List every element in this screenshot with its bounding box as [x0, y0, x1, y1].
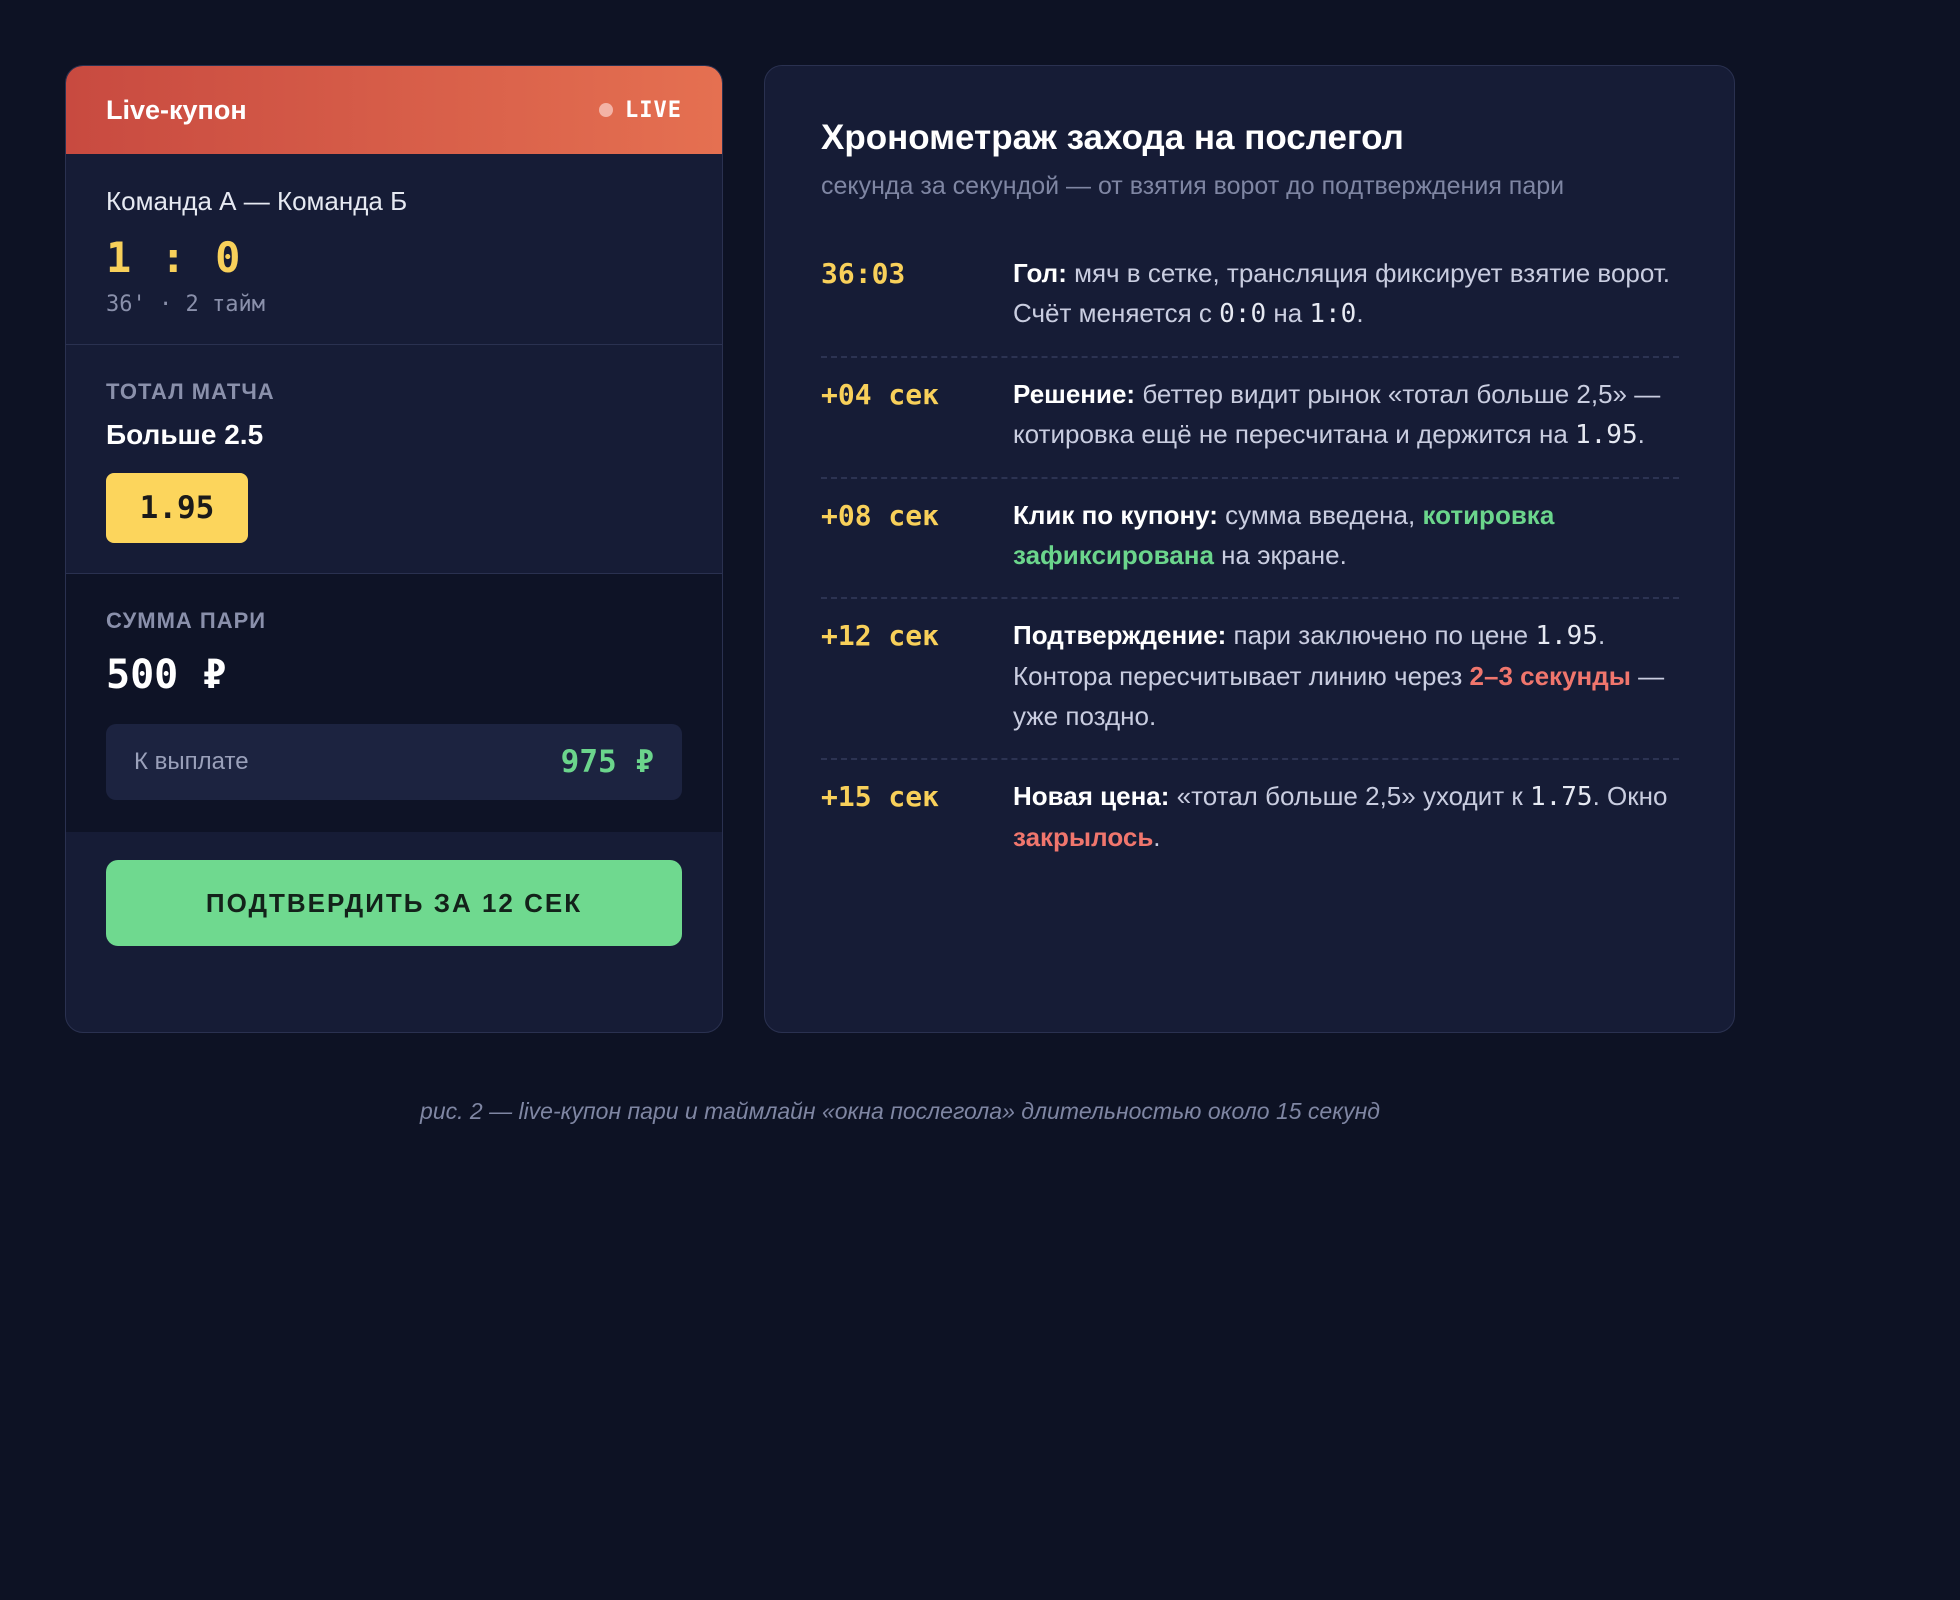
stake-section: СУММА ПАРИ 500 ₽ К выплате 975 ₽	[66, 574, 722, 832]
live-dot-icon	[599, 103, 614, 117]
confirm-button[interactable]: ПОДТВЕРДИТЬ ЗА 12 СЕК	[106, 860, 682, 946]
event-text-part: .	[1153, 822, 1161, 852]
payout-value: 975 ₽	[560, 744, 654, 780]
event-text: Клик по купону: сумма введена, котировка…	[1013, 495, 1679, 575]
market-label: ТОТАЛ МАТЧА	[106, 379, 275, 404]
match-time: 36' · 2 тайм	[106, 292, 265, 317]
event-text-part: . Окно	[1592, 781, 1668, 811]
event-text-part: сумма введена,	[1217, 500, 1423, 530]
figure-caption: рис. 2 — live-купон пари и таймлайн «окн…	[420, 1098, 1380, 1124]
event-text-part: «тотал больше 2,5» уходит к	[1169, 781, 1530, 811]
payout-label: К выплате	[134, 748, 249, 775]
stake-label: СУММА ПАРИ	[106, 608, 267, 633]
timeline-event: +08 сек Клик по купону: сумма введена, к…	[821, 479, 1679, 599]
event-time: +15 сек	[821, 780, 940, 813]
event-time: +08 сек	[821, 499, 940, 532]
match-teams: Команда А — Команда Б	[106, 186, 408, 216]
live-badge: LIVE	[599, 98, 682, 123]
event-text-part: на экране.	[1213, 540, 1347, 570]
coupon-header: Live-купон LIVE	[66, 66, 722, 154]
event-number: 0:0	[1219, 299, 1267, 329]
event-head: Подтверждение:	[1013, 620, 1227, 650]
event-text: Новая цена: «тотал больше 2,5» уходит к …	[1013, 776, 1679, 857]
event-time: +12 сек	[821, 619, 940, 652]
event-text-part: .	[1356, 298, 1364, 328]
confirm-area: ПОДТВЕРДИТЬ ЗА 12 СЕК	[66, 832, 722, 946]
event-head: Гол:	[1013, 258, 1067, 288]
event-number: 1:0	[1309, 299, 1357, 329]
live-label: LIVE	[625, 97, 682, 123]
payout-box: К выплате 975 ₽	[106, 724, 682, 800]
stake-amount-input[interactable]: 500 ₽	[106, 652, 682, 698]
timeline-panel: Хронометраж захода на послегол секунда з…	[764, 65, 1735, 1033]
timeline-event: 36:03 Гол: мяч в сетке, трансляция фикси…	[821, 253, 1679, 358]
event-head: Новая цена:	[1013, 781, 1170, 811]
event-text: Подтверждение: пари заключено по цене 1.…	[1013, 615, 1679, 736]
event-text-part: пари заключено по цене	[1226, 620, 1536, 650]
event-text: Гол: мяч в сетке, трансляция фиксирует в…	[1013, 253, 1679, 334]
timeline-event: +15 сек Новая цена: «тотал больше 2,5» у…	[821, 760, 1679, 879]
event-time: +04 сек	[821, 378, 940, 411]
event-text-part: .	[1637, 419, 1645, 449]
match-score: 1 : 0	[106, 233, 243, 282]
event-text: Решение: беттер видит рынок «тотал больш…	[1013, 374, 1679, 455]
event-text-part: на	[1266, 298, 1310, 328]
match-info: Команда А — Команда Б 1 : 0 36' · 2 тайм	[66, 154, 722, 345]
event-number: 1.95	[1575, 420, 1638, 450]
event-number: 1.95	[1535, 621, 1598, 651]
timeline-title: Хронометраж захода на послегол	[821, 118, 1404, 157]
market-section: ТОТАЛ МАТЧА Больше 2.5 1.95	[66, 345, 722, 574]
timeline-event: +12 сек Подтверждение: пари заключено по…	[821, 599, 1679, 760]
timeline-list: 36:03 Гол: мяч в сетке, трансляция фикси…	[821, 253, 1679, 879]
event-number: 1.75	[1529, 782, 1593, 812]
event-time: 36:03	[821, 257, 906, 290]
timeline-subtitle: секунда за секундой — от взятия ворот до…	[821, 172, 1565, 200]
odd-button[interactable]: 1.95	[106, 473, 248, 543]
timeline-event: +04 сек Решение: беттер видит рынок «тот…	[821, 358, 1679, 479]
live-coupon: Live-купон LIVE Команда А — Команда Б 1 …	[65, 65, 723, 1033]
event-highlight-bad: закрылось	[1013, 822, 1154, 852]
market-name: Больше 2.5	[106, 419, 264, 450]
event-head: Клик по купону:	[1013, 500, 1218, 530]
event-highlight-bad: 2–3 секунды	[1469, 661, 1631, 691]
event-head: Решение:	[1013, 379, 1136, 409]
coupon-title: Live-купон	[106, 94, 247, 125]
